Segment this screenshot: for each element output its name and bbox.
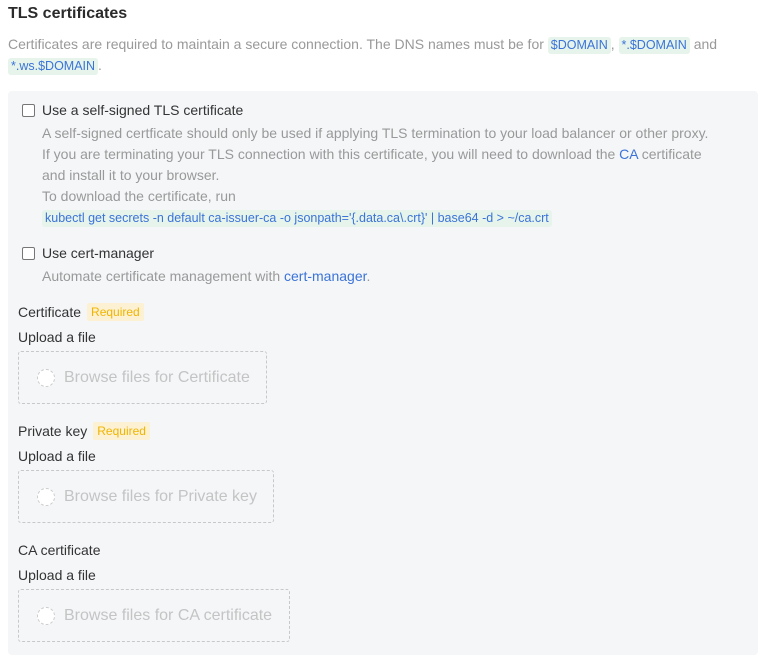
self-signed-description: A self-signed certficate should only be … — [42, 123, 722, 228]
upload-spinner-icon — [37, 606, 55, 625]
self-signed-label[interactable]: Use a self-signed TLS certificate — [42, 102, 243, 118]
section-intro: Certificates are required to maintain a … — [8, 34, 748, 76]
required-badge: Required — [93, 422, 150, 440]
desc-text: If you are terminating your TLS connecti… — [42, 146, 616, 162]
desc-text: . — [366, 268, 371, 284]
separator: , — [610, 36, 615, 52]
separator: . — [98, 57, 102, 73]
desc-line: If you are terminating your TLS connecti… — [42, 144, 722, 186]
upload-label: Upload a file — [18, 329, 96, 345]
private-key-field: Private key Required Upload a file Brows… — [18, 420, 274, 523]
certificate-field: Certificate Required Upload a file Brows… — [18, 301, 267, 404]
intro-text: Certificates are required to maintain a … — [8, 36, 544, 52]
dns-name-wildcard: *.$DOMAIN — [618, 37, 690, 54]
ca-certificate-dropzone[interactable]: Browse files for CA certificate — [18, 589, 290, 642]
ca-link[interactable]: CA — [619, 146, 638, 162]
private-key-dropzone[interactable]: Browse files for Private key — [18, 470, 274, 523]
dropzone-text: Browse files for CA certificate — [64, 606, 273, 624]
dropzone-text: Browse files for Private key — [64, 487, 257, 505]
desc-text: Automate certificate management with — [42, 268, 281, 284]
cert-manager-checkbox[interactable] — [22, 246, 35, 260]
cert-manager-description: Automate certificate management with cer… — [42, 266, 722, 287]
cert-manager-label[interactable]: Use cert-manager — [42, 245, 154, 261]
self-signed-checkbox[interactable] — [22, 103, 35, 117]
option-cert-manager: Use cert-manager Automate certificate ma… — [22, 243, 722, 287]
separator: and — [693, 36, 718, 52]
cert-manager-link[interactable]: cert-manager — [284, 268, 366, 284]
dropzone-text: Browse files for Certificate — [64, 368, 250, 386]
private-key-label: Private key — [18, 423, 88, 439]
desc-text: To download the certificate, run — [42, 188, 236, 204]
option-self-signed: Use a self-signed TLS certificate A self… — [22, 100, 722, 228]
desc-line: A self-signed certficate should only be … — [42, 125, 709, 141]
ca-certificate-field: CA certificate Upload a file Browse file… — [18, 539, 290, 642]
dns-name-domain: $DOMAIN — [547, 37, 611, 54]
dns-name-ws-wildcard: *.ws.$DOMAIN — [8, 58, 99, 75]
kubectl-command: kubectl get secrets -n default ca-issuer… — [42, 210, 552, 227]
section-title: TLS certificates — [8, 5, 128, 22]
required-badge: Required — [87, 303, 144, 321]
desc-line: To download the certificate, run kubectl… — [42, 186, 722, 228]
upload-label: Upload a file — [18, 448, 96, 464]
certificate-label: Certificate — [18, 304, 82, 320]
certificate-dropzone[interactable]: Browse files for Certificate — [18, 351, 267, 404]
upload-label: Upload a file — [18, 567, 96, 583]
tls-options-panel: Use a self-signed TLS certificate A self… — [8, 91, 758, 655]
upload-spinner-icon — [37, 487, 55, 506]
ca-certificate-label: CA certificate — [18, 542, 101, 558]
upload-spinner-icon — [37, 368, 55, 387]
